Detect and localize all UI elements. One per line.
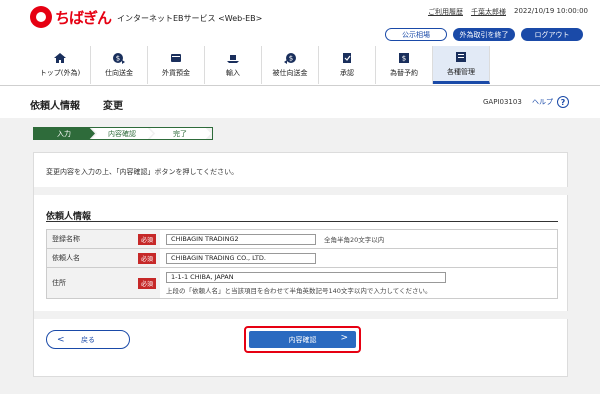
step-input: 入力 <box>33 127 95 140</box>
usage-history-link[interactable]: ご利用履歴 <box>428 7 463 17</box>
requester-name-input[interactable]: CHIBAGIN TRADING CO., LTD. <box>166 252 316 264</box>
nav-item-outgoing-remit[interactable]: $ 仕向送金 <box>91 46 148 84</box>
logout-button[interactable]: ログアウト <box>521 28 583 41</box>
svg-text:$: $ <box>116 55 120 63</box>
end-fx-button[interactable]: 外為取引を終了 <box>453 28 515 41</box>
form-label: 住所 必須 <box>47 268 160 298</box>
approval-icon <box>340 52 354 64</box>
section-divider <box>34 311 569 319</box>
form-row-requester-name: 依頼人名 必須 CHIBAGIN TRADING CO., LTD. <box>47 249 557 268</box>
form-row-registered-name: 登録名称 必須 CHIBAGIN TRADING2 全角半角20文字以内 <box>47 230 557 249</box>
bank-logo[interactable]: ちばぎん <box>30 6 112 28</box>
registered-name-input[interactable]: CHIBAGIN TRADING2 <box>166 233 316 245</box>
home-icon <box>53 52 67 64</box>
confirm-button[interactable]: 内容確認 > <box>249 331 356 348</box>
header: ちばぎん インターネットEBサービス <Web-EB> ご利用履歴 千葉太郎様 … <box>0 0 600 44</box>
required-badge: 必須 <box>137 252 156 264</box>
service-name: インターネットEBサービス <Web-EB> <box>117 14 263 23</box>
user-name-link[interactable]: 千葉太郎様 <box>471 7 506 17</box>
screen-id: GAPI03103 <box>483 98 522 106</box>
nav-item-fx-deposit[interactable]: 外貨預金 <box>148 46 205 84</box>
requester-form: 登録名称 必須 CHIBAGIN TRADING2 全角半角20文字以内 依頼人… <box>46 229 558 299</box>
public-rates-button[interactable]: 公示相場 <box>385 28 447 41</box>
required-badge: 必須 <box>137 233 156 245</box>
help-label: ヘルプ <box>532 98 553 106</box>
svg-text:$: $ <box>289 55 293 63</box>
logo-mark-icon <box>30 6 52 28</box>
fx-contract-icon: $ <box>397 52 411 64</box>
form-row-address: 住所 必須 1-1-1 CHIBA, JAPAN 上段の「依頼人名」と当該項目を… <box>47 268 557 298</box>
help-link[interactable]: ヘルプ ? <box>532 96 569 108</box>
back-button[interactable]: < 戻る <box>46 330 130 349</box>
step-confirm: 内容確認 <box>91 127 153 140</box>
address-input[interactable]: 1-1-1 CHIBA, JAPAN <box>166 271 446 283</box>
nav-item-top[interactable]: トップ(外為) <box>30 46 91 84</box>
address-label: 住所 <box>52 279 66 287</box>
nav-item-approval[interactable]: 承認 <box>319 46 376 84</box>
header-buttons: 公示相場 外為取引を終了 ログアウト <box>385 28 583 41</box>
remit-icon: $ <box>112 52 126 64</box>
help-icon: ? <box>557 96 569 108</box>
nav-label: 承認 <box>340 69 354 77</box>
form-value: CHIBAGIN TRADING CO., LTD. <box>160 249 557 267</box>
nav-label: トップ(外為) <box>39 69 81 77</box>
confirm-button-highlight: 内容確認 > <box>244 326 361 353</box>
nav-item-import[interactable]: 輸入 <box>205 46 262 84</box>
address-hint: 上段の「依頼人名」と当該項目を合わせて半角英数記号140文字以内で入力してくださ… <box>166 286 432 295</box>
instruction-text: 変更内容を入力の上、「内容確認」ボタンを押してください。 <box>46 168 239 176</box>
registered-name-label: 登録名称 <box>52 235 80 243</box>
form-value: CHIBAGIN TRADING2 全角半角20文字以内 <box>160 230 557 248</box>
page-mode: 変更 <box>103 101 123 112</box>
form-value: 1-1-1 CHIBA, JAPAN 上段の「依頼人名」と当該項目を合わせて半角… <box>160 268 557 298</box>
section-rule <box>46 221 558 222</box>
title-bar: 依頼人情報 変更 GAPI03103 ヘルプ ? <box>0 86 600 118</box>
incoming-remit-icon: $ <box>283 52 297 64</box>
svg-text:$: $ <box>402 55 406 63</box>
registered-name-hint: 全角半角20文字以内 <box>324 236 385 244</box>
confirm-label: 内容確認 <box>288 335 317 344</box>
logo-text: ちばぎん <box>55 8 112 27</box>
utility-links: ご利用履歴 千葉太郎様 2022/10/19 10:00:00 <box>428 7 588 17</box>
page-title: 依頼人情報 <box>30 101 80 112</box>
input-row: CHIBAGIN TRADING2 全角半角20文字以内 <box>166 233 551 245</box>
step-complete: 完了 <box>149 127 211 140</box>
nav-label: 被仕向送金 <box>272 69 308 77</box>
nav-item-fx-contract[interactable]: $ 為替予約 <box>376 46 433 84</box>
login-datetime: 2022/10/19 10:00:00 <box>513 7 588 15</box>
main-nav: トップ(外為) $ 仕向送金 外貨預金 輸入 $ 被仕向送金 承認 $ 為替予約… <box>30 46 490 84</box>
nav-label: 為替予約 <box>390 69 418 77</box>
nav-label: 仕向送金 <box>105 69 133 77</box>
required-badge: 必須 <box>137 277 156 289</box>
nav-label: 各種管理 <box>447 67 475 76</box>
deposit-icon <box>169 52 183 64</box>
nav-label: 輸入 <box>226 69 240 77</box>
chevron-left-icon: < <box>57 335 65 345</box>
main-card: 変更内容を入力の上、「内容確認」ボタンを押してください。 依頼人情報 登録名称 … <box>33 152 569 377</box>
nav-item-management[interactable]: 各種管理 <box>433 46 490 84</box>
import-icon <box>226 52 240 64</box>
form-label: 登録名称 必須 <box>47 230 160 248</box>
management-icon <box>454 51 468 63</box>
nav-item-incoming-remit[interactable]: $ 被仕向送金 <box>262 46 319 84</box>
step-indicator: 入力 内容確認 完了 <box>33 127 211 140</box>
section-divider <box>34 187 569 195</box>
nav-label: 外貨預金 <box>162 69 190 77</box>
requester-name-label: 依頼人名 <box>52 254 80 262</box>
chevron-right-icon: > <box>340 333 348 343</box>
form-label: 依頼人名 必須 <box>47 249 160 267</box>
